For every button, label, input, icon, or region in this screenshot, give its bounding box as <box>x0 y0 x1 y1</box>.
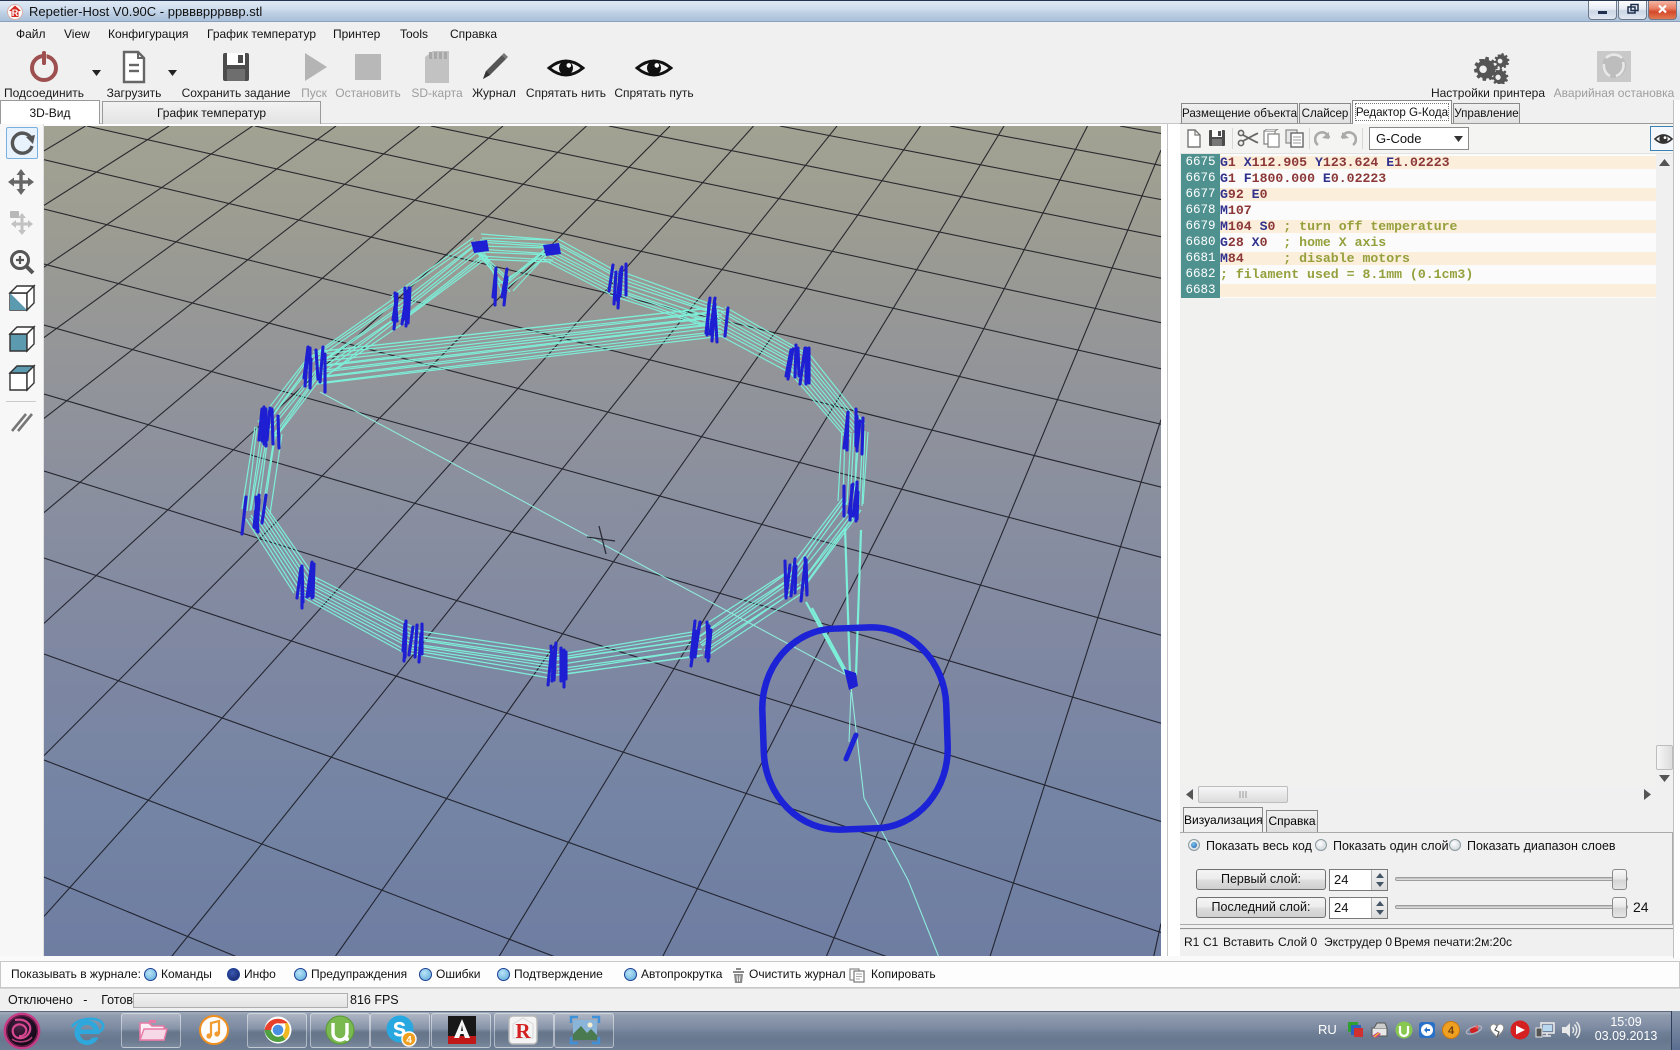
svg-text:4: 4 <box>1448 1025 1455 1037</box>
svg-text:R: R <box>515 1019 531 1043</box>
svg-text:4: 4 <box>406 1035 412 1046</box>
svg-text:R: R <box>12 8 19 18</box>
